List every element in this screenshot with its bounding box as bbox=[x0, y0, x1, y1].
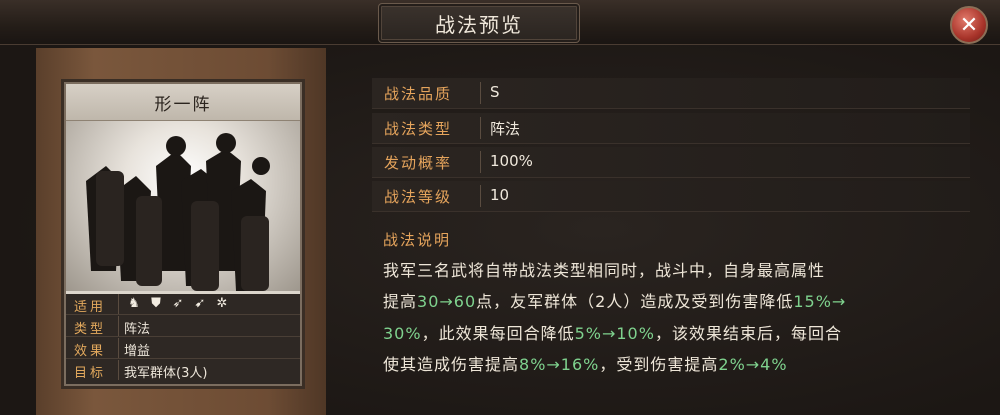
card-info-panel: 适用 ♞ ⛊ ➶ ➹ ✲ 类型 阵法 效果 增益 目标 我军群体(3人) bbox=[66, 294, 300, 384]
divider bbox=[480, 82, 481, 104]
card-title: 形一阵 bbox=[66, 84, 300, 121]
tactic-type-value: 阵法 bbox=[490, 120, 521, 138]
desc-highlight: 30% bbox=[383, 324, 422, 343]
window-title: 战法预览 bbox=[378, 3, 580, 43]
desc-text: ，此效果每回合降低 bbox=[421, 324, 575, 343]
description-label: 战法说明 bbox=[383, 231, 452, 249]
card-illustration bbox=[66, 121, 300, 291]
target-value: 我军群体(3人) bbox=[124, 366, 208, 381]
desc-text: ，受到伤害提高 bbox=[599, 355, 719, 374]
description-line-1: 我军三名武将自带战法类型相同时，战斗中，自身最高属性 bbox=[383, 257, 825, 281]
applicable-row: 适用 ♞ ⛊ ➶ ➹ ✲ bbox=[66, 294, 300, 315]
description-line-3: 30%，此效果每回合降低5%→10%，该效果结束后，每回合 bbox=[383, 320, 842, 344]
description-line-4: 使其造成伤害提高8%→16%，受到伤害提高2%→4% bbox=[383, 351, 788, 375]
effect-row: 效果 增益 bbox=[66, 338, 300, 359]
preview-window: 战法预览 ✕ 形一阵 适用 ♞ ⛊ ➶ ➹ ✲ 类型 阵法 效果 增益 目标 我… bbox=[0, 0, 1000, 415]
desc-text: ，该效果结束后，每回合 bbox=[654, 324, 842, 343]
close-icon: ✕ bbox=[959, 12, 979, 38]
divider bbox=[480, 117, 481, 139]
type-row: 类型 阵法 bbox=[66, 316, 300, 337]
target-label: 目标 bbox=[74, 366, 107, 381]
desc-highlight: 5%→10% bbox=[574, 324, 655, 343]
horse-icon: ♞ bbox=[128, 296, 140, 311]
level-value: 10 bbox=[490, 186, 510, 204]
desc-highlight: 8%→16% bbox=[519, 355, 600, 374]
divider bbox=[118, 316, 119, 336]
tactic-type-row: 战法类型 阵法 bbox=[372, 113, 970, 144]
quality-row: 战法品质 S bbox=[372, 78, 970, 109]
description-line-2: 提高30→60点，友军群体（2人）造成及受到伤害降低15%→ bbox=[383, 288, 846, 312]
close-button[interactable]: ✕ bbox=[950, 6, 988, 44]
desc-highlight: 2%→4% bbox=[718, 355, 788, 374]
tactic-card: 形一阵 适用 ♞ ⛊ ➶ ➹ ✲ 类型 阵法 效果 增益 目标 我军群体(3人) bbox=[64, 82, 302, 386]
divider bbox=[118, 360, 119, 380]
divider bbox=[480, 185, 481, 207]
level-row: 战法等级 10 bbox=[372, 181, 970, 212]
effect-label: 效果 bbox=[74, 344, 107, 359]
chance-label: 发动概率 bbox=[384, 154, 453, 172]
quality-label: 战法品质 bbox=[384, 85, 453, 103]
desc-text: 点，友军群体（2人）造成及受到伤害降低 bbox=[476, 292, 794, 311]
type-label: 类型 bbox=[74, 322, 107, 337]
level-label: 战法等级 bbox=[384, 188, 453, 206]
quality-value: S bbox=[490, 83, 500, 101]
desc-text: 使其造成伤害提高 bbox=[383, 355, 520, 374]
desc-highlight: 30→60 bbox=[417, 292, 477, 311]
desc-text: 提高 bbox=[383, 292, 418, 311]
applicable-label: 适用 bbox=[74, 300, 107, 315]
effect-value: 增益 bbox=[124, 344, 151, 359]
desc-text: 我军三名武将自带战法类型相同时，战斗中，自身最高属性 bbox=[383, 261, 826, 280]
chariot-icon: ✲ bbox=[216, 296, 228, 311]
divider bbox=[118, 338, 119, 358]
target-row: 目标 我军群体(3人) bbox=[66, 360, 300, 381]
soldiers-silhouette bbox=[86, 133, 270, 291]
spear-icon: ➹ bbox=[194, 296, 206, 311]
divider bbox=[480, 151, 481, 173]
bow-icon: ➶ bbox=[172, 296, 184, 311]
chance-value: 100% bbox=[490, 152, 533, 170]
desc-highlight: 15%→ bbox=[793, 292, 847, 311]
divider bbox=[118, 294, 119, 314]
tactic-type-label: 战法类型 bbox=[384, 120, 453, 138]
type-value: 阵法 bbox=[124, 322, 151, 337]
unit-icons: ♞ ⛊ ➶ ➹ ✲ bbox=[126, 296, 230, 312]
chance-row: 发动概率 100% bbox=[372, 147, 970, 178]
shield-icon: ⛊ bbox=[151, 296, 161, 311]
